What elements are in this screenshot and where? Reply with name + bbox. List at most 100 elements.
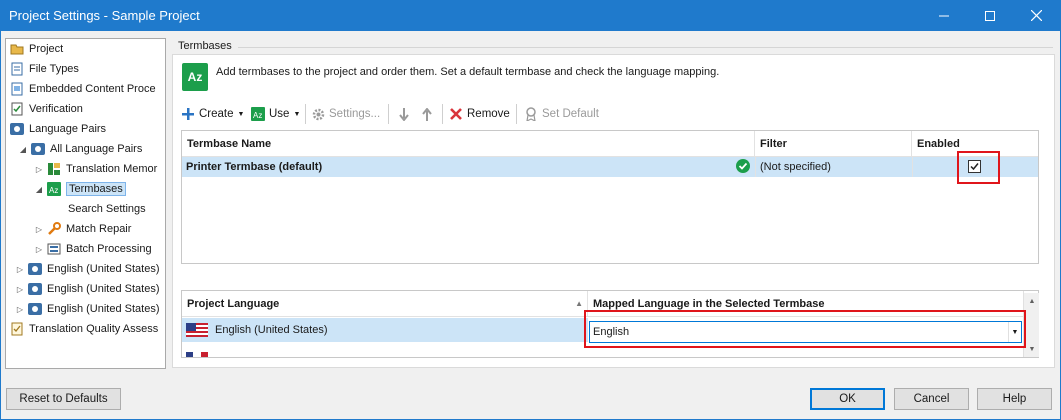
tree-item-match-repair[interactable]: ▷ Match Repair (34, 220, 131, 238)
settings-tree: Project File Types Embedded Content Proc… (5, 38, 166, 369)
termbase-icon: Az (182, 63, 208, 91)
highlight-box (584, 310, 1026, 348)
scroll-down-icon[interactable]: ▼ (1024, 341, 1040, 357)
tree-item-language-pair[interactable]: ▷ English (United States) (15, 260, 160, 278)
settings-label: Settings... (329, 108, 381, 120)
toolbar-separator (516, 104, 517, 124)
expand-arrow-icon[interactable]: ▷ (34, 245, 44, 254)
minimize-button[interactable] (921, 0, 967, 31)
termbase-icon: Az (251, 107, 265, 121)
language-pairs-icon (10, 122, 24, 136)
tree-item-all-language-pairs[interactable]: ◢ All Language Pairs (18, 140, 142, 158)
tree-item-batch-processing[interactable]: ▷ Batch Processing (34, 240, 152, 258)
verification-icon (10, 102, 24, 116)
dropdown-caret-icon: ▼ (237, 110, 245, 118)
project-language-cell: English (United States) (182, 320, 328, 340)
svg-text:Az: Az (253, 111, 262, 120)
intro-text: Add termbases to the project and order t… (216, 66, 720, 78)
plus-icon (181, 107, 195, 121)
language-pair-icon (31, 142, 45, 156)
arrow-up-icon (420, 107, 434, 121)
column-header-filter[interactable]: Filter (755, 131, 912, 157)
title-bar: Project Settings - Sample Project (0, 0, 1061, 31)
maximize-icon (985, 10, 995, 21)
embedded-content-icon (10, 82, 24, 96)
tree-item-verification[interactable]: Verification (10, 100, 83, 118)
svg-text:Az: Az (49, 186, 58, 195)
sort-up-icon: ▲ (575, 299, 583, 308)
tree-item-search-settings[interactable]: Search Settings (68, 200, 146, 218)
tree-item-project[interactable]: Project (10, 40, 63, 58)
create-button[interactable]: Create ▼ (181, 105, 244, 123)
group-label: Termbases (178, 40, 232, 52)
default-check-icon (736, 159, 750, 173)
tree-item-tqa[interactable]: Translation Quality Assess (10, 320, 158, 338)
tree-item-label: Search Settings (68, 203, 146, 215)
set-default-button[interactable]: Set Default (524, 105, 599, 123)
tree-item-label: Translation Quality Assess (29, 323, 159, 335)
tree-item-embedded-content[interactable]: Embedded Content Proce (10, 80, 156, 98)
create-label: Create (199, 108, 234, 120)
project-icon (10, 42, 24, 56)
close-icon (1030, 10, 1042, 21)
collapse-arrow-icon[interactable]: ◢ (18, 145, 28, 154)
filter-cell: (Not specified) (755, 157, 912, 177)
expand-arrow-icon[interactable]: ▷ (15, 305, 25, 314)
expand-arrow-icon[interactable]: ▷ (15, 265, 25, 274)
move-up-button[interactable] (420, 105, 438, 123)
dropdown-caret-icon: ▼ (293, 110, 301, 118)
tree-item-label: Verification (29, 103, 83, 115)
ok-button[interactable]: OK (810, 388, 885, 410)
termbase-name-cell: Printer Termbase (default) (186, 161, 323, 173)
translation-memory-icon (47, 162, 61, 176)
remove-label: Remove (467, 108, 510, 120)
ribbon-icon (524, 107, 538, 121)
tree-item-label: Termbases (66, 182, 126, 196)
project-language-label: English (United States) (215, 324, 328, 336)
tree-item-language-pair[interactable]: ▷ English (United States) (15, 280, 160, 298)
toolbar-separator (388, 104, 389, 124)
minimize-icon (939, 15, 949, 16)
expand-arrow-icon[interactable]: ▷ (34, 225, 44, 234)
reset-to-defaults-button[interactable]: Reset to Defaults (6, 388, 121, 410)
tree-item-label: English (United States) (47, 303, 160, 315)
tree-item-label: File Types (29, 63, 79, 75)
language-pair-icon (28, 282, 42, 296)
highlight-box (957, 151, 1000, 184)
cancel-button[interactable]: Cancel (894, 388, 969, 410)
remove-button[interactable]: Remove (449, 105, 510, 123)
help-button[interactable]: Help (977, 388, 1052, 410)
tree-item-label: Batch Processing (66, 243, 152, 255)
maximize-button[interactable] (967, 0, 1013, 31)
collapse-arrow-icon[interactable]: ◢ (34, 185, 44, 194)
language-pair-icon (28, 302, 42, 316)
move-down-button[interactable] (397, 105, 415, 123)
wrench-icon (47, 222, 61, 236)
group-divider (238, 47, 1053, 48)
scroll-up-icon[interactable]: ▲ (1024, 293, 1040, 309)
tree-item-label: English (United States) (47, 263, 160, 275)
batch-processing-icon (47, 242, 61, 256)
tree-item-label: Embedded Content Proce (29, 83, 156, 95)
expand-arrow-icon[interactable]: ▷ (15, 285, 25, 294)
tqa-icon (10, 322, 24, 336)
fr-flag-icon (186, 352, 208, 357)
close-button[interactable] (1013, 0, 1059, 31)
tree-item-label: Translation Memor (66, 163, 158, 175)
tree-item-label: English (United States) (47, 283, 160, 295)
column-header-termbase-name[interactable]: Termbase Name (182, 131, 755, 157)
tree-item-file-types[interactable]: File Types (10, 60, 79, 78)
termbase-grid: Termbase Name Filter Enabled Printer Ter… (181, 130, 1039, 264)
remove-x-icon (449, 107, 463, 121)
us-flag-icon (186, 323, 208, 337)
expand-arrow-icon[interactable]: ▷ (34, 165, 44, 174)
settings-button[interactable]: Settings... (311, 105, 380, 123)
tree-item-language-pair[interactable]: ▷ English (United States) (15, 300, 160, 318)
tree-item-translation-memory[interactable]: ▷ Translation Memor (34, 160, 157, 178)
tree-item-termbases[interactable]: ◢ Az Termbases (34, 180, 126, 198)
column-header-project-language[interactable]: Project Language ▲ (182, 291, 588, 317)
tree-item-label: Project (29, 43, 64, 55)
tree-item-language-pairs[interactable]: Language Pairs (10, 120, 106, 138)
gear-icon (311, 107, 325, 121)
use-button[interactable]: Az Use ▼ (251, 105, 300, 123)
